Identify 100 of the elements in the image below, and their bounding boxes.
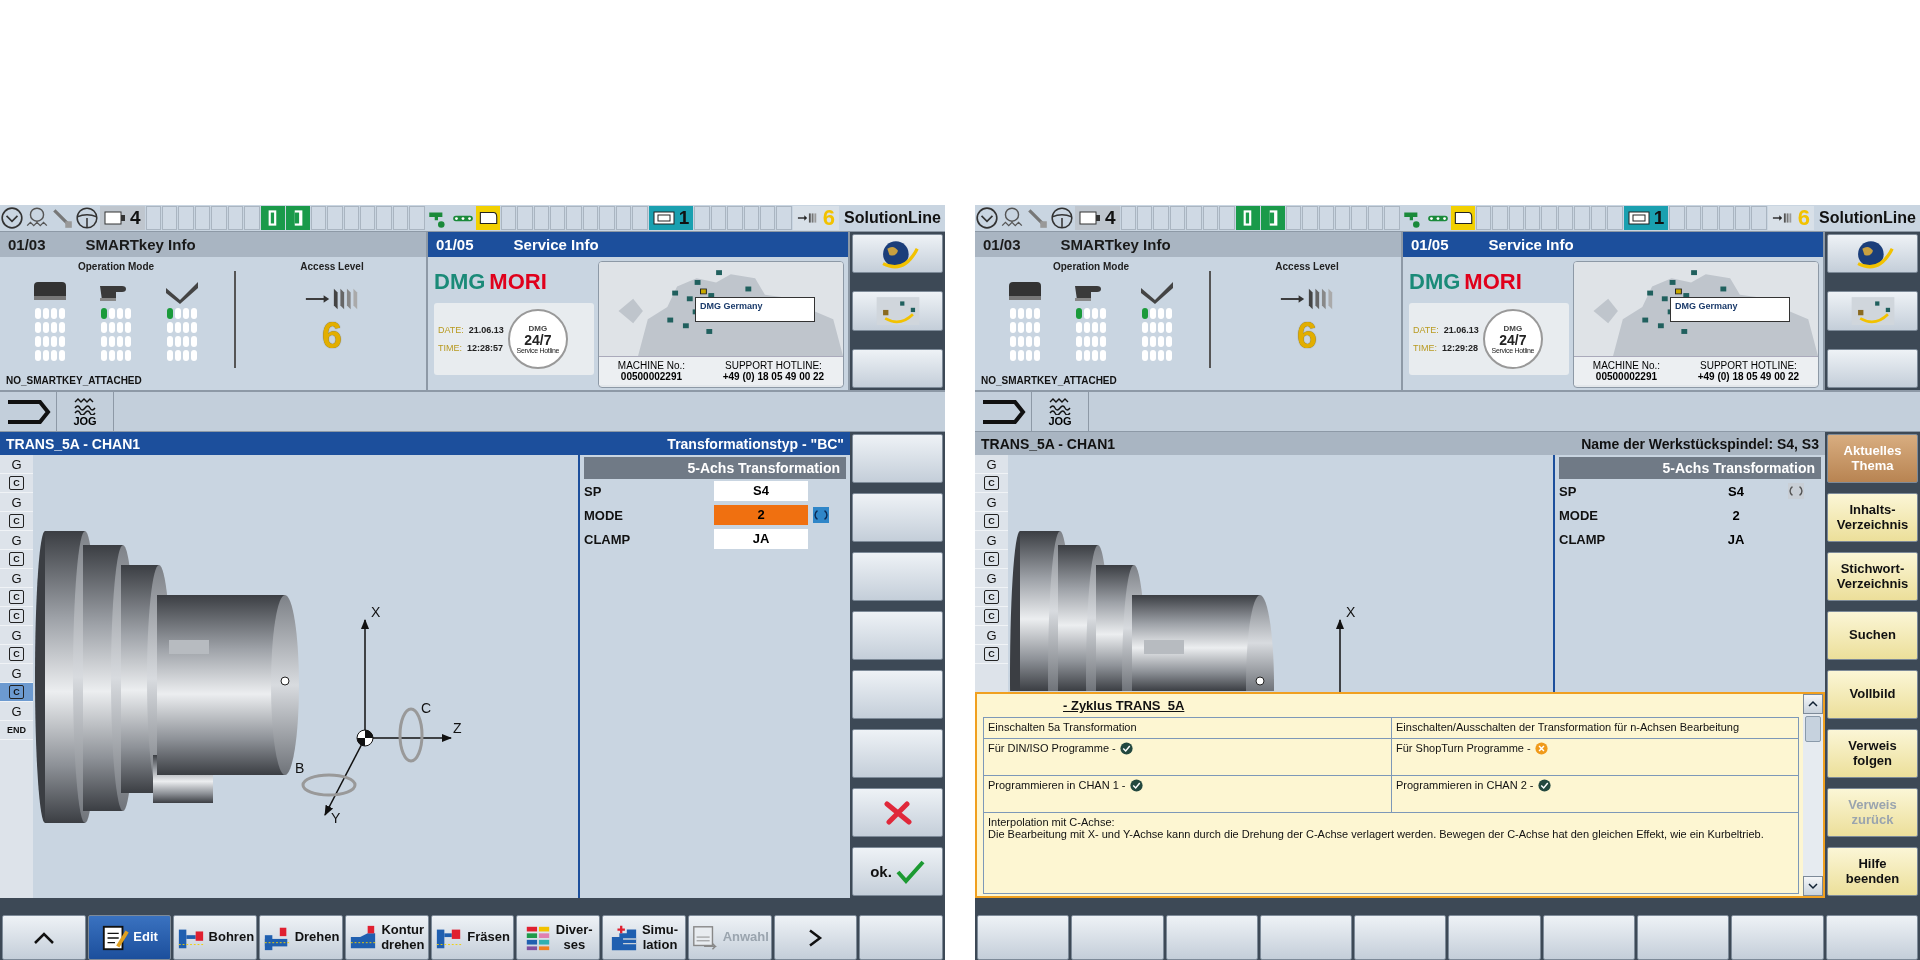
help-text: Für DIN/ISO Programme - <box>988 742 1116 754</box>
key-status: NO_SMARTKEY_ATTACHED <box>981 375 1117 386</box>
map-callout: DMG Germany <box>695 297 815 322</box>
stop-icon[interactable] <box>975 206 999 230</box>
channel-number: 1 <box>1653 207 1665 229</box>
door-icon[interactable] <box>285 206 310 230</box>
jog-mode[interactable]: JOG <box>1032 392 1089 431</box>
access-level-label: Access Level <box>1275 261 1339 272</box>
access-level: 6 <box>1297 318 1317 354</box>
softkey[interactable]: Edit <box>87 915 172 960</box>
softkey[interactable] <box>1827 234 1918 274</box>
logo-text: DMG <box>1409 269 1461 295</box>
badge-brand: DMG <box>528 324 548 333</box>
mode-label: JOG <box>1048 414 1072 427</box>
time-label: TIME: <box>438 343 462 353</box>
hotline-label: SUPPORT HOTLINE: <box>725 360 822 371</box>
machine-number: 00500002291 <box>1595 371 1657 382</box>
help-text: Interpolation mit C-Achse: <box>988 816 1116 828</box>
date-value: 21.06.13 <box>468 325 504 335</box>
parameter-field[interactable]: S4 <box>714 481 808 501</box>
parameter-label: MODE <box>1559 507 1599 523</box>
date-label: DATE: <box>438 325 464 335</box>
wave-icon <box>73 396 97 415</box>
paper-icon[interactable] <box>475 206 500 230</box>
hotline-number: +49 (0) 18 05 49 00 22 <box>722 371 825 382</box>
softkey[interactable]: Bohren <box>173 915 258 960</box>
door-icon[interactable] <box>260 206 285 230</box>
date-value: 21.06.13 <box>1443 325 1479 335</box>
axis-label: Y <box>331 810 341 826</box>
parameter-value: S4 <box>1727 483 1745 499</box>
softkey[interactable]: Simu- lation <box>602 915 686 960</box>
toggle-icon[interactable] <box>813 507 829 523</box>
parameter-field[interactable]: 2 <box>714 505 808 525</box>
channel-number: 1 <box>678 207 690 229</box>
softkey[interactable] <box>1259 915 1353 960</box>
parameter-label: SP <box>584 483 603 499</box>
softkey[interactable] <box>852 348 943 388</box>
axis-label: C <box>421 700 432 716</box>
softkey[interactable] <box>852 234 943 274</box>
door-icon[interactable] <box>1235 206 1260 230</box>
softkey[interactable]: Hilfe beenden <box>1827 847 1918 896</box>
hotline-label: SUPPORT HOTLINE: <box>1700 360 1797 371</box>
help-text: Einschalten 5a Transformation <box>988 721 1137 733</box>
axis-label: Z <box>453 720 462 736</box>
jog-mode[interactable]: JOG <box>57 392 114 431</box>
panel-number: 01/03 <box>8 236 46 253</box>
steering-wheel-icon[interactable] <box>75 206 99 230</box>
help-text: Programmieren in CHAN 2 - <box>1396 779 1534 791</box>
scroll-thumb[interactable] <box>1805 716 1821 742</box>
parameter-field[interactable]: JA <box>714 529 808 549</box>
key-status: NO_SMARTKEY_ATTACHED <box>6 375 142 386</box>
scroll-down-button[interactable] <box>1803 876 1823 896</box>
help-text: Für ShopTurn Programme - <box>1396 742 1531 754</box>
parameter-value: JA <box>1726 531 1746 547</box>
softkey[interactable]: Kontur drehen <box>344 915 429 960</box>
badge-brand: DMG <box>1503 324 1523 333</box>
arrow-stack-icon <box>796 210 819 226</box>
channel-icon <box>652 210 675 226</box>
softkey[interactable] <box>852 788 943 837</box>
parameter-label: CLAMP <box>1559 531 1607 547</box>
softkey[interactable] <box>1542 915 1636 960</box>
softkey[interactable]: Suchen <box>1827 611 1918 660</box>
arrow-stack-icon <box>1771 210 1794 226</box>
softkey[interactable] <box>773 915 858 960</box>
editor-info: Transformationstyp - "BC" <box>667 435 844 452</box>
softkey[interactable]: Vollbild <box>1827 670 1918 719</box>
logo-text: MORI <box>1464 269 1522 295</box>
hotline-number: +49 (0) 18 05 49 00 22 <box>1697 371 1800 382</box>
softkey[interactable]: Drehen <box>259 915 343 960</box>
softkey[interactable]: Fräsen <box>430 915 515 960</box>
parameter-header: 5-Achs Transformation <box>1559 457 1821 479</box>
softkey[interactable]: Inhalts- Verzeichnis <box>1827 493 1918 542</box>
operation-mode-label: Operation Mode <box>1052 261 1130 272</box>
paper-icon[interactable] <box>1450 206 1475 230</box>
scroll-up-button[interactable] <box>1803 694 1823 714</box>
steering-wheel-icon[interactable] <box>1050 206 1074 230</box>
product-name: SolutionLine <box>1818 209 1917 227</box>
softkey[interactable]: Stichwort- Verzeichnis <box>1827 552 1918 601</box>
time-label: TIME: <box>1413 343 1437 353</box>
simulation-icon <box>609 923 638 952</box>
panel-title: Service Info <box>1488 236 1574 253</box>
editor-info: Name der Werkstückspindel: S4, S3 <box>1581 435 1819 452</box>
operation-mode-label: Operation Mode <box>77 261 155 272</box>
toggle-icon[interactable] <box>1788 483 1804 499</box>
machine-label: MACHINE No.: <box>1592 360 1661 371</box>
softkey[interactable]: ok. <box>852 847 943 896</box>
access-level-label: Access Level <box>300 261 364 272</box>
stop-icon[interactable] <box>0 206 24 230</box>
softkey[interactable]: Verweis folgen <box>1827 729 1918 778</box>
access-level: 6 <box>1797 207 1811 229</box>
wave-icon <box>1048 396 1072 415</box>
help-text: Programmieren in CHAN 1 - <box>988 779 1126 791</box>
softkey[interactable] <box>1827 348 1918 388</box>
parameter-header: 5-Achs Transformation <box>584 457 846 479</box>
time-value: 12:28:57 <box>467 343 504 353</box>
machine-label: MACHINE No.: <box>617 360 686 371</box>
access-level: 6 <box>822 207 836 229</box>
door-icon[interactable] <box>1260 206 1285 230</box>
parameter-value: 2 <box>1731 507 1741 523</box>
softkey[interactable]: Diver- ses <box>516 915 601 960</box>
